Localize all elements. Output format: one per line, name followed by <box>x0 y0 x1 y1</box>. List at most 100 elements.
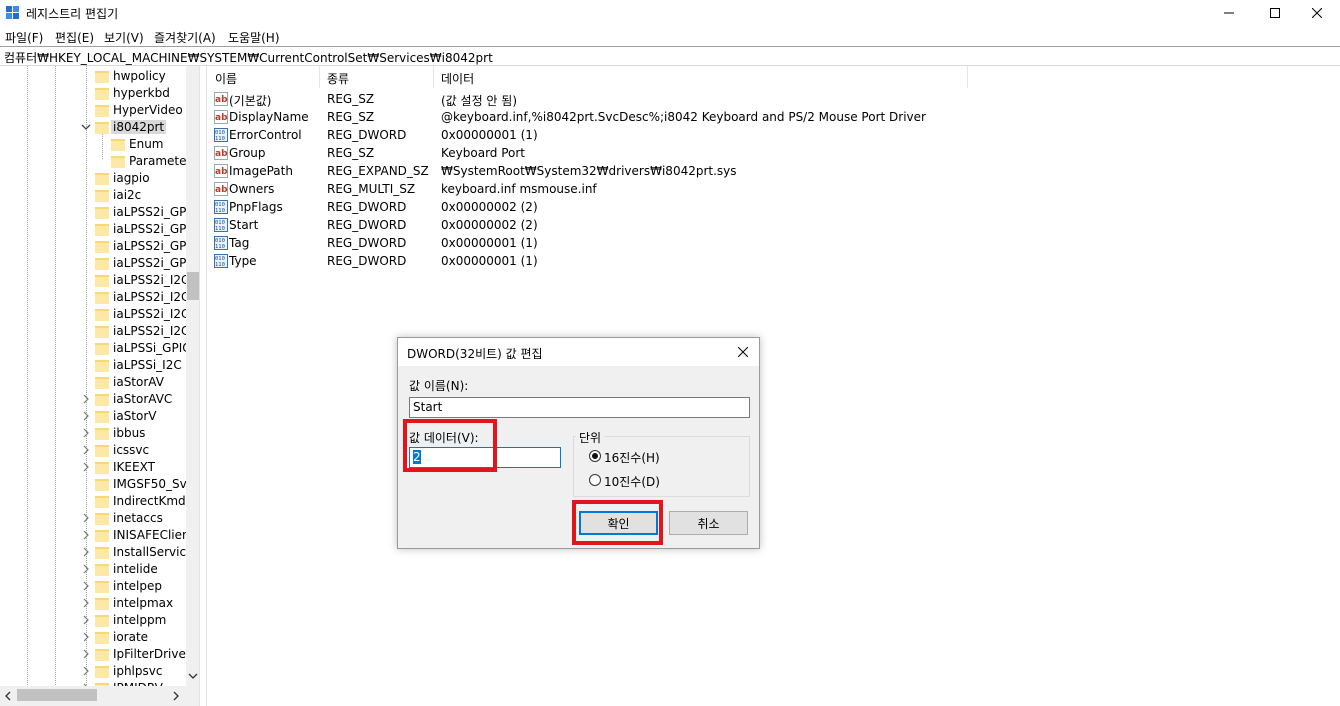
tree-item[interactable]: intelpep <box>0 578 186 595</box>
tree-vertical-scroll-thumb[interactable] <box>187 272 199 300</box>
radio-dec-label[interactable]: 10진수(D) <box>604 473 660 490</box>
tree-item[interactable]: icssvc <box>0 442 186 459</box>
column-divider[interactable] <box>967 66 968 88</box>
folder-icon <box>95 649 109 661</box>
column-divider[interactable] <box>319 66 320 88</box>
value-row[interactable]: 010 110 PnpFlags REG_DWORD 0x00000002 (2) <box>207 198 967 216</box>
chevron-right-icon[interactable] <box>81 647 91 661</box>
tree-item[interactable]: ibbus <box>0 425 186 442</box>
value-row[interactable]: ab (기본값) REG_SZ (값 설정 안 됨) <box>207 90 967 108</box>
folder-icon <box>95 224 109 236</box>
tree-item[interactable]: iaLPSS2i_I2C <box>0 272 189 289</box>
radio-hex[interactable] <box>589 450 601 462</box>
tree-item[interactable]: iaLPSS2i_I2C_ <box>0 306 195 323</box>
tree-item[interactable]: iphlpsvc <box>0 663 186 680</box>
chevron-right-icon[interactable] <box>81 579 91 593</box>
chevron-right-icon[interactable] <box>81 545 91 559</box>
tree-item[interactable]: iagpio <box>0 170 186 187</box>
column-header-data[interactable]: 데이터 <box>441 70 474 87</box>
highlight-value-data <box>403 419 497 472</box>
value-row[interactable]: 010 110 Start REG_DWORD 0x00000002 (2) <box>207 216 967 234</box>
cancel-button[interactable]: 취소 <box>669 511 748 535</box>
tree-item[interactable]: iaStorAV <box>0 374 186 391</box>
tree-item[interactable]: iaLPSS2i_GPIC <box>0 238 198 255</box>
tree-item[interactable]: iai2c <box>0 187 186 204</box>
value-type: REG_DWORD <box>327 236 407 250</box>
chevron-right-icon[interactable] <box>81 562 91 576</box>
value-name: Tag <box>229 236 250 250</box>
radio-hex-label[interactable]: 16진수(H) <box>604 449 660 466</box>
tree-item[interactable]: iaLPSS2i_GPIC <box>0 221 198 238</box>
menu-view[interactable]: 보기(V) <box>104 29 144 46</box>
tree-item[interactable]: intelpmax <box>0 595 186 612</box>
address-bar[interactable]: 컴퓨터₩HKEY_LOCAL_MACHINE₩SYSTEM₩CurrentCon… <box>0 46 1340 66</box>
value-row[interactable]: ab ImagePath REG_EXPAND_SZ ₩SystemRoot₩Syst… <box>207 162 967 180</box>
tree-item[interactable]: IKEEXT <box>0 459 186 476</box>
tree-item[interactable]: intelppm <box>0 612 186 629</box>
chevron-right-icon[interactable] <box>81 443 91 457</box>
menu-help[interactable]: 도움말(H) <box>228 29 280 46</box>
close-button[interactable] <box>1294 0 1340 26</box>
value-row[interactable]: 010 110 ErrorControl REG_DWORD 0x00000001 (1… <box>207 126 967 144</box>
tree-item[interactable]: inetaccs <box>0 510 186 527</box>
tree-item[interactable]: intelide <box>0 561 186 578</box>
chevron-right-icon[interactable] <box>81 460 91 474</box>
tree-item[interactable]: iaLPSS2i_GPIC <box>0 204 198 221</box>
value-row[interactable]: 010 110 Tag REG_DWORD 0x00000001 (1) <box>207 234 967 252</box>
column-divider[interactable] <box>433 66 434 88</box>
tree-item[interactable]: iorate <box>0 629 186 646</box>
tree-item[interactable]: iaStorAVC <box>0 391 186 408</box>
value-list-pane[interactable]: 이름 종류 데이터 ab (기본값) REG_SZ (값 설정 안 됨) ab Displ… <box>206 66 1340 706</box>
tree-horizontal-scroll-thumb[interactable] <box>17 689 97 701</box>
column-header-name[interactable]: 이름 <box>215 70 237 87</box>
tree-item[interactable]: InstallService <box>0 544 193 561</box>
chevron-right-icon[interactable] <box>81 664 91 678</box>
tree-item[interactable]: iaLPSS2i_I2C_ <box>0 323 195 340</box>
menu-edit[interactable]: 편집(E) <box>55 29 94 46</box>
chevron-right-icon[interactable] <box>81 392 91 406</box>
chevron-right-icon[interactable] <box>81 426 91 440</box>
key-tree-pane[interactable]: hwpolicy hyperkbd HyperVideo i8042prt Enum Pa… <box>0 66 200 706</box>
menu-favorites[interactable]: 즐겨찾기(A) <box>154 29 216 46</box>
chevron-down-icon[interactable] <box>81 120 91 134</box>
tree-item[interactable]: IpFilterDriver <box>0 646 191 663</box>
value-row[interactable]: 010 110 Type REG_DWORD 0x00000001 (1) <box>207 252 967 270</box>
value-name: ErrorControl <box>229 128 302 142</box>
tree-item[interactable]: iaLPSSi_I2C <box>0 357 186 374</box>
scroll-left-arrow-icon[interactable] <box>4 691 12 701</box>
dialog-close-button[interactable] <box>733 343 753 361</box>
scroll-right-arrow-icon[interactable] <box>172 691 180 701</box>
tree-item[interactable]: hyperkbd <box>0 85 186 102</box>
chevron-right-icon[interactable] <box>81 630 91 644</box>
tree-item[interactable]: HyperVideo <box>0 102 186 119</box>
chevron-right-icon[interactable] <box>81 511 91 525</box>
value-row[interactable]: ab Owners REG_MULTI_SZ keyboard.inf msmouse… <box>207 180 967 198</box>
value-name-field[interactable]: Start <box>409 397 750 418</box>
tree-item[interactable]: Enum <box>0 136 186 153</box>
value-row[interactable]: ab DisplayName REG_SZ @keyboard.inf,%i8042p… <box>207 108 967 126</box>
maximize-button[interactable] <box>1252 0 1298 26</box>
chevron-right-icon[interactable] <box>81 409 91 423</box>
folder-icon <box>95 598 109 610</box>
radio-dec[interactable] <box>589 474 601 486</box>
chevron-right-icon[interactable] <box>81 596 91 610</box>
minimize-button[interactable] <box>1206 0 1252 26</box>
tree-item[interactable]: iaLPSS2i_I2C_ <box>0 289 195 306</box>
tree-item[interactable]: IMGSF50_Svc <box>0 476 193 493</box>
tree-item[interactable]: hwpolicy <box>0 68 186 85</box>
tree-item[interactable]: IndirectKmd <box>0 493 186 510</box>
tree-item[interactable]: iaLPSS2i_GPIC <box>0 255 198 272</box>
column-header-type[interactable]: 종류 <box>327 70 349 87</box>
tree-item[interactable]: i8042prt <box>0 119 186 136</box>
scroll-down-arrow-icon[interactable] <box>188 672 198 680</box>
tree-vertical-scrollbar[interactable] <box>186 66 199 706</box>
value-row[interactable]: ab Group REG_SZ Keyboard Port <box>207 144 967 162</box>
chevron-right-icon[interactable] <box>81 613 91 627</box>
chevron-right-icon[interactable] <box>81 528 91 542</box>
tree-item[interactable]: INISAFEClientI <box>0 527 198 544</box>
tree-item[interactable]: iaStorV <box>0 408 186 425</box>
menu-file[interactable]: 파일(F) <box>5 29 43 46</box>
tree-item[interactable]: Parameters <box>0 153 198 170</box>
tree-item[interactable]: iaLPSSi_GPIO <box>0 340 192 357</box>
tree-horizontal-scrollbar[interactable] <box>0 686 186 706</box>
